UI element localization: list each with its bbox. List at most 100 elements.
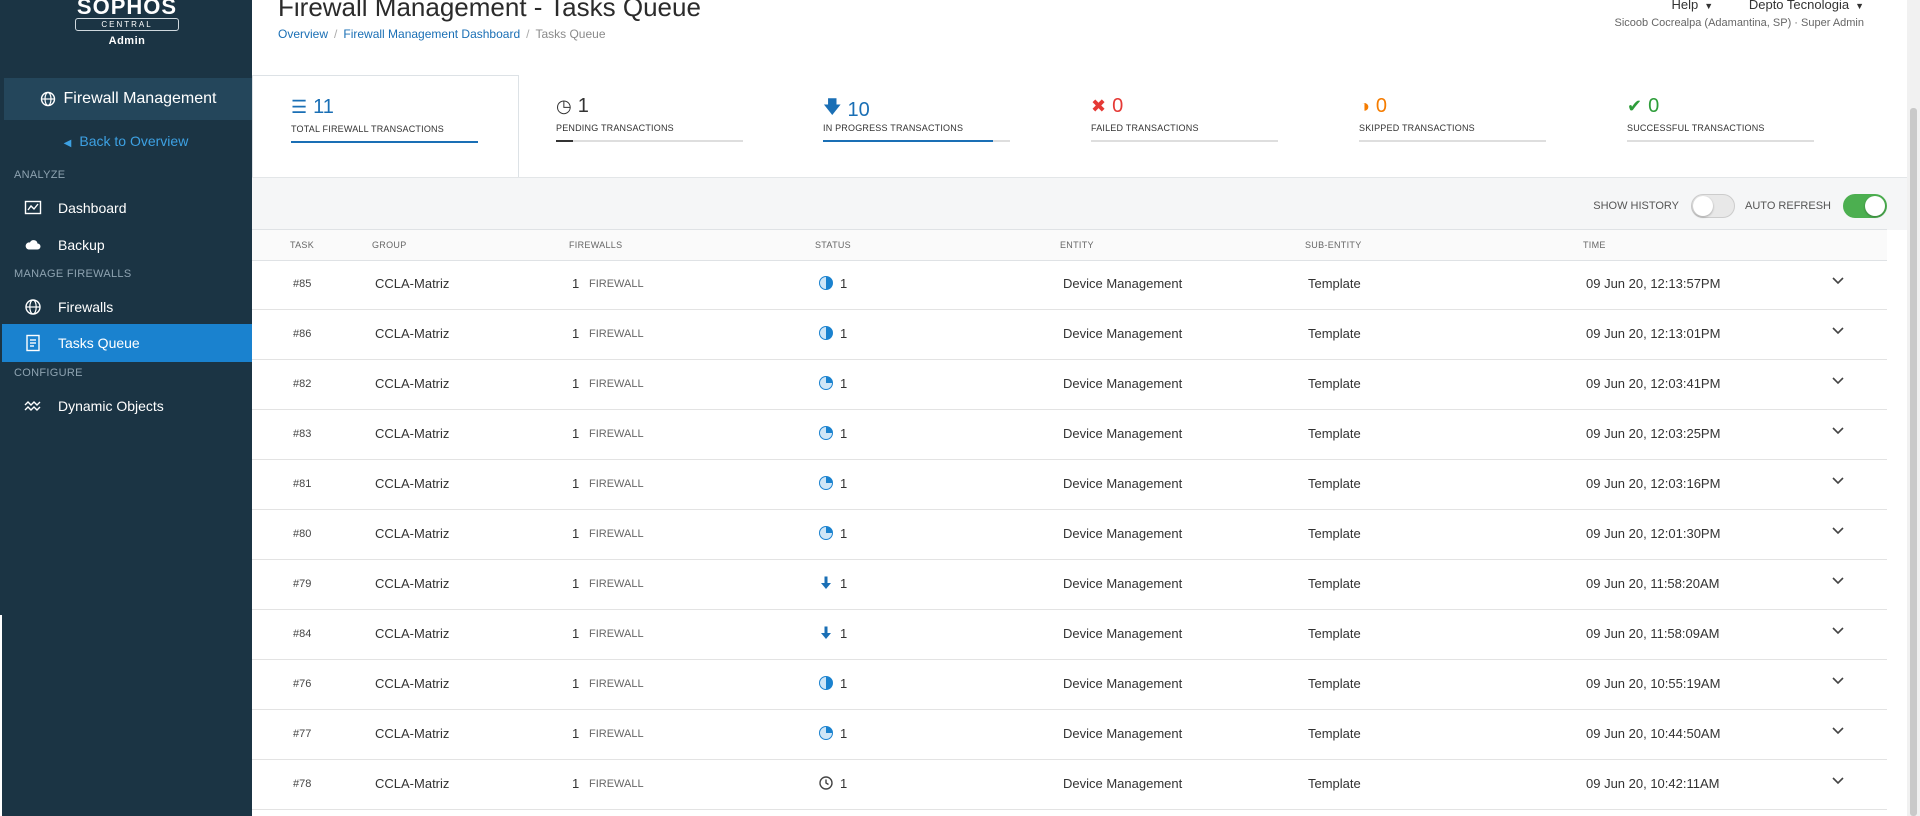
column-header-status[interactable]: STATUS bbox=[815, 240, 851, 250]
dashboard-icon bbox=[24, 200, 42, 215]
table-row[interactable]: #84 CCLA-Matriz 1 FIREWALL 1 Device Managemen… bbox=[252, 610, 1887, 660]
stat-successful[interactable]: ✔ 0 SUCCESSFUL TRANSACTIONS bbox=[1589, 75, 1854, 177]
group-name: CCLA-Matriz bbox=[375, 726, 450, 741]
stat-skipped[interactable]: ◑ 0 SKIPPED TRANSACTIONS bbox=[1321, 75, 1586, 177]
account-menu[interactable]: Depto Tecnologia ▼ bbox=[1749, 0, 1864, 12]
chevron-down-icon[interactable] bbox=[1830, 622, 1846, 638]
entity: Device Management bbox=[1063, 676, 1183, 691]
in-progress-quarter-icon bbox=[818, 725, 834, 741]
table-row[interactable]: #82 CCLA-Matriz 1 FIREWALL 1 Device Managemen… bbox=[252, 360, 1887, 410]
column-header-group[interactable]: GROUP bbox=[372, 240, 407, 250]
in-progress-quarter-icon bbox=[818, 475, 834, 491]
firewall-count: 1 bbox=[572, 626, 580, 641]
chevron-down-icon[interactable] bbox=[1830, 772, 1846, 788]
stat-bar bbox=[1627, 140, 1814, 142]
clock-icon bbox=[818, 775, 834, 791]
firewall-count: 1 bbox=[572, 776, 580, 791]
breadcrumb-overview[interactable]: Overview bbox=[278, 27, 328, 41]
stat-number: 10 bbox=[847, 98, 870, 121]
half-circle-icon: ◑ bbox=[1359, 96, 1370, 116]
table-header: TASK GROUP FIREWALLS STATUS ENTITY SUB-E… bbox=[252, 229, 1887, 261]
chevron-down-icon[interactable] bbox=[1830, 322, 1846, 338]
stat-bar-fill bbox=[823, 140, 994, 142]
sidebar-item-backup[interactable]: Backup bbox=[2, 226, 252, 264]
stat-pending[interactable]: ◷ 1 PENDING TRANSACTIONS bbox=[518, 75, 783, 177]
group-name: CCLA-Matriz bbox=[375, 376, 450, 391]
check-icon: ✔ bbox=[1627, 96, 1643, 116]
auto-refresh-toggle[interactable] bbox=[1843, 194, 1887, 218]
toggle-knob bbox=[1693, 196, 1714, 216]
task-id: #79 bbox=[293, 578, 312, 590]
stat-failed[interactable]: ✖ 0 FAILED TRANSACTIONS bbox=[1053, 75, 1318, 177]
table-row[interactable]: #80 CCLA-Matriz 1 FIREWALL 1 Device Managemen… bbox=[252, 510, 1887, 560]
stat-label: TOTAL FIREWALL TRANSACTIONS bbox=[291, 124, 444, 134]
stat-bar bbox=[1091, 140, 1278, 142]
group-name: CCLA-Matriz bbox=[375, 676, 450, 691]
entity: Device Management bbox=[1063, 426, 1183, 441]
stat-in-progress[interactable]: 🡇 10 IN PROGRESS TRANSACTIONS bbox=[785, 75, 1050, 177]
show-history-toggle[interactable] bbox=[1691, 194, 1736, 218]
chevron-down-icon[interactable] bbox=[1830, 522, 1846, 538]
help-menu[interactable]: Help ▼ bbox=[1672, 0, 1714, 12]
stat-number: 1 bbox=[577, 95, 589, 117]
module-title[interactable]: Firewall Management bbox=[4, 78, 252, 120]
user-info: Sicoob Cocrealpa (Adamantina, SP) · Supe… bbox=[1614, 17, 1864, 29]
scrollbar[interactable] bbox=[1907, 0, 1920, 816]
status-count: 1 bbox=[840, 376, 848, 391]
column-header-entity[interactable]: ENTITY bbox=[1060, 240, 1094, 250]
firewall-label: FIREWALL bbox=[589, 578, 644, 590]
back-to-overview-link[interactable]: ◀ Back to Overview bbox=[0, 133, 252, 149]
task-time: 09 Jun 20, 10:42:11AM bbox=[1586, 776, 1720, 791]
sidebar-item-firewalls[interactable]: Firewalls bbox=[2, 288, 252, 326]
sophos-central-logo[interactable]: SOPHOS CENTRAL Admin bbox=[74, 0, 180, 47]
column-header-firewalls[interactable]: FIREWALLS bbox=[569, 240, 622, 250]
status-count: 1 bbox=[840, 676, 848, 691]
task-time: 09 Jun 20, 12:13:01PM bbox=[1586, 326, 1721, 341]
sidebar-item-label: Tasks Queue bbox=[58, 335, 140, 351]
task-time: 09 Jun 20, 12:03:16PM bbox=[1586, 476, 1721, 491]
chevron-down-icon[interactable] bbox=[1830, 672, 1846, 688]
table-row[interactable]: #81 CCLA-Matriz 1 FIREWALL 1 Device Managemen… bbox=[252, 460, 1887, 510]
scrollbar-thumb[interactable] bbox=[1910, 108, 1917, 816]
stat-number: 11 bbox=[313, 96, 334, 118]
sub-entity: Template bbox=[1308, 276, 1361, 291]
table-row[interactable]: #76 CCLA-Matriz 1 FIREWALL 1 Device Managemen… bbox=[252, 660, 1887, 710]
chevron-down-icon[interactable] bbox=[1830, 422, 1846, 438]
firewall-count: 1 bbox=[572, 726, 580, 741]
section-analyze: ANALYZE bbox=[14, 169, 66, 181]
entity: Device Management bbox=[1063, 276, 1183, 291]
chevron-down-icon[interactable] bbox=[1830, 372, 1846, 388]
chevron-left-icon: ◀ bbox=[63, 138, 72, 149]
column-header-sub-entity[interactable]: SUB-ENTITY bbox=[1305, 240, 1362, 250]
chevron-down-icon[interactable] bbox=[1830, 472, 1846, 488]
stat-label: PENDING TRANSACTIONS bbox=[556, 123, 674, 133]
chevron-down-icon[interactable] bbox=[1830, 722, 1846, 738]
table-row[interactable]: #79 CCLA-Matriz 1 FIREWALL 1 Device Managemen… bbox=[252, 560, 1887, 610]
firewall-label: FIREWALL bbox=[589, 678, 644, 690]
page-title: Firewall Management - Tasks Queue bbox=[278, 0, 701, 22]
sub-entity: Template bbox=[1308, 526, 1361, 541]
sidebar-item-tasks-queue[interactable]: Tasks Queue bbox=[2, 324, 252, 362]
table-row[interactable]: #78 CCLA-Matriz 1 FIREWALL 1 Device Managemen… bbox=[252, 760, 1887, 810]
firewall-label: FIREWALL bbox=[589, 478, 644, 490]
column-header-time[interactable]: TIME bbox=[1583, 240, 1606, 250]
entity: Device Management bbox=[1063, 476, 1183, 491]
sidebar-item-dashboard[interactable]: Dashboard bbox=[2, 189, 252, 227]
table-row[interactable]: #85 CCLA-Matriz 1 FIREWALL 1 Device Managemen… bbox=[252, 260, 1887, 310]
column-header-task[interactable]: TASK bbox=[290, 240, 314, 250]
chevron-down-icon[interactable] bbox=[1830, 572, 1846, 588]
task-id: #80 bbox=[293, 528, 312, 540]
group-name: CCLA-Matriz bbox=[375, 626, 450, 641]
stat-total[interactable]: ☰ 11 TOTAL FIREWALL TRANSACTIONS bbox=[252, 75, 519, 178]
task-time: 09 Jun 20, 11:58:09AM bbox=[1586, 626, 1720, 641]
firewall-count: 1 bbox=[572, 526, 580, 541]
breadcrumb-firewall-dashboard[interactable]: Firewall Management Dashboard bbox=[343, 27, 520, 41]
show-history-label: SHOW HISTORY bbox=[1593, 200, 1680, 212]
table-row[interactable]: #77 CCLA-Matriz 1 FIREWALL 1 Device Managemen… bbox=[252, 710, 1887, 760]
section-configure: CONFIGURE bbox=[14, 367, 83, 379]
table-row[interactable]: #86 CCLA-Matriz 1 FIREWALL 1 Device Managemen… bbox=[252, 310, 1887, 360]
sidebar-item-dynamic-objects[interactable]: Dynamic Objects bbox=[2, 387, 252, 425]
task-time: 09 Jun 20, 12:01:30PM bbox=[1586, 526, 1721, 541]
chevron-down-icon[interactable] bbox=[1830, 272, 1846, 288]
table-row[interactable]: #83 CCLA-Matriz 1 FIREWALL 1 Device Managemen… bbox=[252, 410, 1887, 460]
